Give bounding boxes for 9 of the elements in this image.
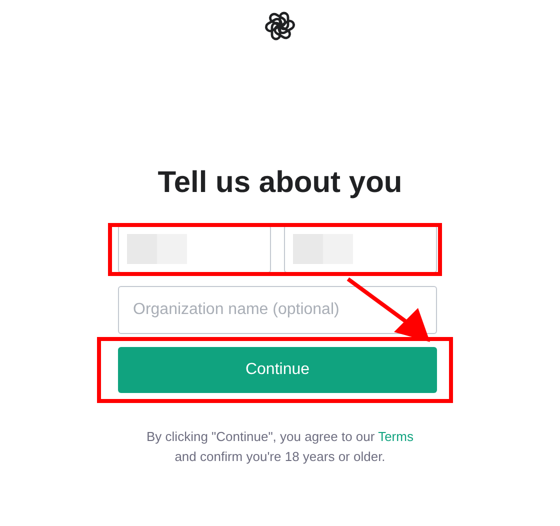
name-field[interactable] <box>284 225 437 273</box>
legal-text: By clicking "Continue", you agree to our <box>146 429 376 444</box>
terms-link[interactable]: Terms <box>378 429 414 444</box>
continue-button[interactable]: Continue <box>118 347 437 393</box>
organization-field[interactable]: Organization name (optional) <box>118 286 437 334</box>
page-heading: Tell us about you <box>156 165 404 201</box>
logo-icon <box>264 10 296 42</box>
name-field[interactable] <box>118 225 271 273</box>
legal-text: and confirm you're 18 years or older. <box>174 449 386 464</box>
